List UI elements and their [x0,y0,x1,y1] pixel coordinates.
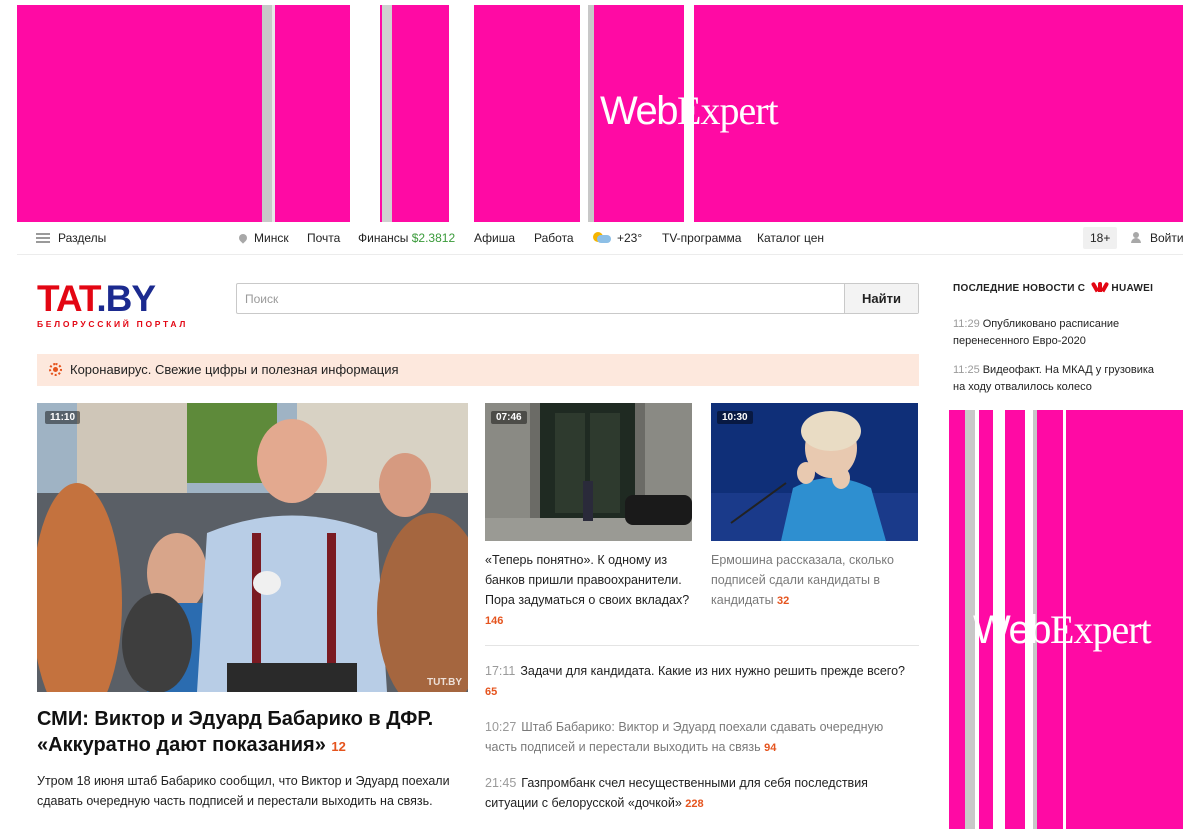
weather-cloud-sun-icon [593,232,611,243]
price-catalog-link[interactable]: Каталог цен [757,222,824,255]
comment-count: 12 [331,739,346,754]
user-icon [1131,232,1141,243]
jobs-link[interactable]: Работа [534,222,574,255]
ad-logo: WebExpert [973,606,1152,653]
news-card-title[interactable]: Ермошина рассказала, сколько подписей сд… [711,550,918,611]
news-time: 17:11 [485,664,516,678]
city-selector[interactable]: Минск [237,222,289,255]
main-story-time: 11:10 [45,411,81,424]
news-time: 21:45 [485,776,517,790]
top-ad-banner[interactable]: WebExpert [17,5,1183,222]
search-bar: Найти [236,283,919,314]
news-card[interactable]: 07:46 «Теперь понятно». К одному из банк… [485,403,692,631]
partner-news-heading: ПОСЛЕДНИЕ НОВОСТИ С HUAWEI [953,281,1153,294]
divider [485,645,919,646]
site-logo[interactable]: TAT.BY БЕЛОРУССКИЙ ПОРТАЛ [37,280,219,332]
list-item[interactable]: 17:11 Задачи для кандидата. Какие из них … [485,661,915,702]
city-label: Минск [254,231,289,245]
main-story-image [37,403,468,692]
photo-watermark: TUT.BY [427,677,462,688]
list-item[interactable]: 10:27 Штаб Бабарико: Виктор и Эдуард поех… [485,717,915,758]
main-story-lead: Утром 18 июня штаб Бабарико сообщил, что… [37,774,450,808]
ad-logo-expert: Expert [677,88,779,133]
ad-logo-web: Web [600,89,679,133]
covid-banner-text: Коронавирус. Свежие цифры и полезная инф… [70,362,399,377]
covid-banner[interactable]: Коронавирус. Свежие цифры и полезная инф… [37,354,919,386]
partner-brand: HUAWEI [1111,283,1154,294]
news-time: 11:25 [953,364,980,376]
weather-widget[interactable]: +23° [593,222,642,255]
news-title: Задачи для кандидата. Какие из них нужно… [520,664,905,678]
logo-wordmark-by: .BY [96,278,156,319]
news-title: Штаб Бабарико: Виктор и Эдуард поехали с… [485,720,884,754]
ad-logo-expert: Expert [1050,607,1152,652]
location-pin-icon [237,232,249,244]
news-card-time: 07:46 [491,411,527,424]
news-card-title-text: Ермошина рассказала, сколько подписей сд… [711,553,894,607]
comment-count: 228 [685,798,704,810]
weather-temperature: +23° [617,231,643,245]
news-card-title-text: «Теперь понятно». К одному из банков при… [485,553,690,607]
virus-icon [49,363,62,376]
search-input[interactable] [237,284,844,313]
finance-link[interactable]: Финансы $2.3812 [358,222,455,255]
partner-news-heading-text: ПОСЛЕДНИЕ НОВОСТИ С [953,283,1086,294]
list-item[interactable]: 11:25 Видеофакт. На МКАД у грузовика на х… [953,362,1165,396]
ad-logo: WebExpert [600,87,779,134]
side-ad-banner[interactable]: WebExpert [937,410,1183,829]
age-badge: 18+ [1083,227,1118,249]
sections-label: Разделы [58,231,107,245]
news-card-photo[interactable]: 10:30 [711,403,918,541]
top-menu-bar: Разделы Минск Почта Финансы $2.3812 Афиш… [17,222,1183,255]
login-label: Войти [1150,231,1183,245]
news-card-time: 10:30 [717,411,753,424]
partner-news-list: 11:29 Опубликовано расписание перенесенно… [953,316,1165,408]
search-button[interactable]: Найти [844,284,918,313]
main-story-title[interactable]: СМИ: Виктор и Эдуард Бабарико в ДФР. «Ак… [37,706,468,760]
news-list: 17:11 Задачи для кандидата. Какие из них … [485,661,915,829]
news-card-photo[interactable]: 07:46 [485,403,692,541]
list-item[interactable]: 21:45 Газпромбанк счел несущественными дл… [485,773,915,814]
comment-count: 146 [485,615,504,627]
main-story-title-text: СМИ: Виктор и Эдуард Бабарико в ДФР. «Ак… [37,708,434,756]
news-card-title[interactable]: «Теперь понятно». К одному из банков при… [485,550,692,631]
huawei-logo-icon [1091,281,1110,293]
comment-count: 32 [777,595,790,607]
logo-tagline: БЕЛОРУССКИЙ ПОРТАЛ [37,319,188,329]
tv-program-link[interactable]: TV-программа [662,222,741,255]
mail-link[interactable]: Почта [307,222,340,255]
finance-value: $2.3812 [411,231,456,245]
finance-label: Финансы [358,231,409,245]
comment-count: 94 [764,742,777,754]
ad-logo-web: Web [973,608,1052,652]
news-title: Видеофакт. На МКАД у грузовика на ходу о… [953,364,1155,393]
list-item[interactable]: 11:29 Опубликовано расписание перенесенно… [953,316,1165,350]
afisha-link[interactable]: Афиша [474,222,515,255]
main-story-photo[interactable]: 11:10 TUT.BY [37,403,468,692]
comment-count: 65 [485,686,498,698]
news-time: 11:29 [953,318,980,330]
login-button[interactable]: Войти [1131,222,1183,255]
sections-menu[interactable]: Разделы [36,222,106,255]
age-rating: 18+ [1083,222,1118,255]
logo-wordmark: TAT.BY [37,280,219,317]
menu-icon [36,233,50,243]
news-title: Газпромбанк счел несущественными для себ… [485,776,868,810]
news-time: 10:27 [485,720,517,734]
logo-wordmark-tat: TAT [37,278,97,319]
news-card[interactable]: 10:30 Ермошина рассказала, сколько подпи… [711,403,918,611]
